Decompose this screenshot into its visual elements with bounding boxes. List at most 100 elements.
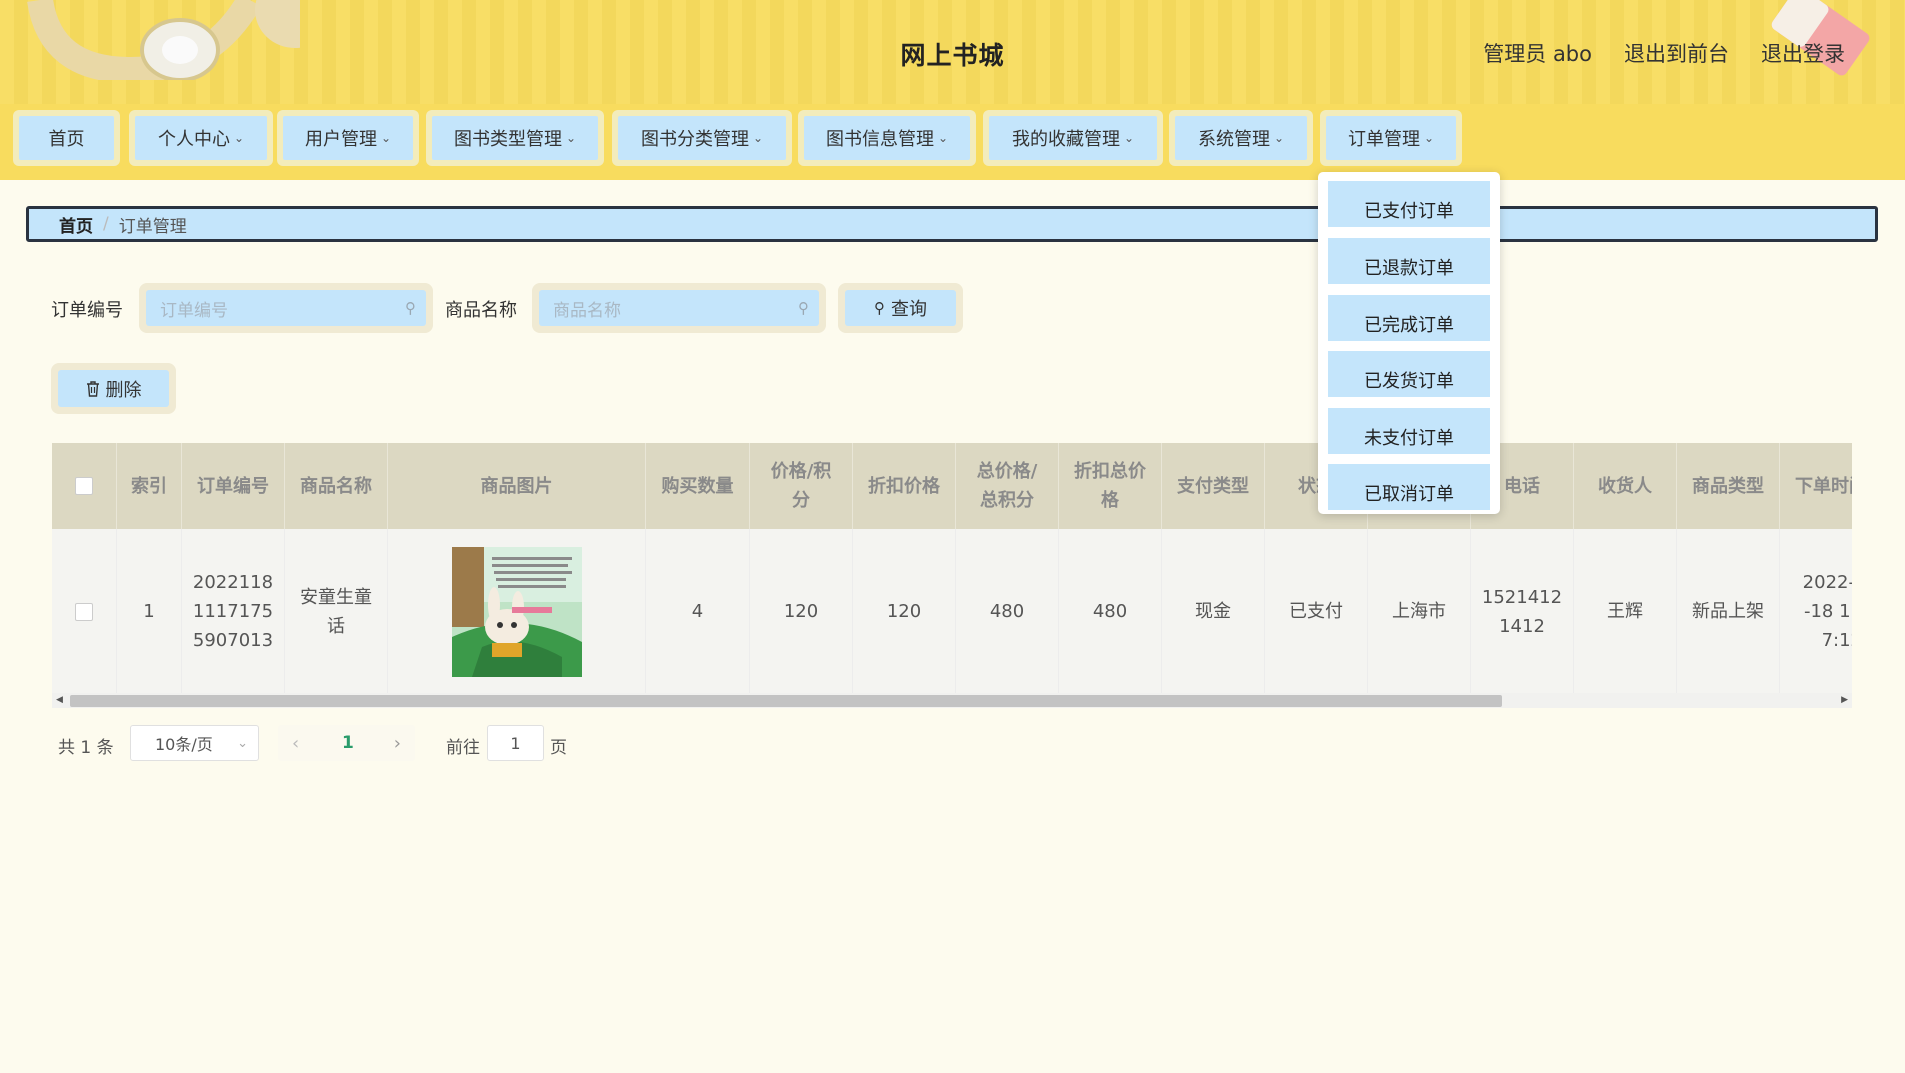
select-all-cell: [52, 443, 117, 529]
next-page-icon[interactable]: ›: [394, 733, 401, 754]
goto-page-input[interactable]: 1: [487, 725, 544, 761]
dropdown-item-completed-orders[interactable]: 已完成订单: [1328, 295, 1490, 341]
scrollbar-thumb[interactable]: [70, 695, 1502, 707]
dropdown-item-label: 已完成订单: [1364, 315, 1454, 336]
dropdown-item-unpaid-orders[interactable]: 未支付订单: [1328, 408, 1490, 454]
cell-receiver: 王辉: [1574, 529, 1677, 694]
cell-phone: 1521412 1412: [1471, 529, 1574, 694]
chevron-down-icon: ⌄: [237, 735, 248, 751]
page-size-select[interactable]: 10条/页 ⌄: [130, 725, 259, 761]
prev-page-icon[interactable]: ‹: [292, 733, 299, 754]
header: 网上书城 管理员 abo 退出到前台 退出登录: [0, 0, 1905, 104]
th-price: 价格/积分: [750, 443, 853, 529]
nav-item-label: 个人中心: [157, 129, 230, 150]
pager: ‹ 1 ›: [278, 725, 415, 761]
cell-product-image: [388, 529, 646, 694]
product-name-input[interactable]: 商品名称 ⚲: [539, 290, 819, 326]
chevron-down-icon: ⌄: [380, 131, 392, 145]
product-name-search-wrapper: 商品名称 ⚲: [532, 283, 826, 333]
search-icon: ⚲: [798, 299, 809, 317]
breadcrumb-home-link[interactable]: 首页: [59, 212, 93, 237]
nav-item-label: 用户管理: [304, 129, 377, 150]
th-receiver: 收货人: [1574, 443, 1677, 529]
page-size-value: 10条/页: [155, 735, 213, 754]
cell-index: 1: [117, 529, 182, 694]
order-no-part: 1117175: [192, 601, 274, 622]
query-button-label: 查询: [891, 299, 927, 320]
admin-user-link[interactable]: 管理员 abo: [1483, 38, 1592, 68]
nav-item-book-info-management[interactable]: 图书信息管理 ⌄: [798, 110, 976, 166]
nav-item-system-management[interactable]: 系统管理 ⌄: [1169, 110, 1313, 166]
dropdown-item-refunded-orders[interactable]: 已退款订单: [1328, 238, 1490, 284]
th-pay-type: 支付类型: [1162, 443, 1265, 529]
order-no-label: 订单编号: [51, 300, 123, 321]
delete-button[interactable]: 删除: [51, 363, 176, 414]
nav-item-label: 图书分类管理: [640, 129, 749, 150]
order-no-placeholder: 订单编号: [160, 300, 228, 321]
cell-address: 上海市: [1368, 529, 1471, 694]
breadcrumb-separator: /: [103, 214, 109, 234]
cell-total-price: 480: [956, 529, 1059, 694]
logout-link[interactable]: 退出登录: [1761, 38, 1845, 68]
nav-item-label: 系统管理: [1197, 129, 1270, 150]
dropdown-item-shipped-orders[interactable]: 已发货订单: [1328, 351, 1490, 397]
dropdown-item-cancelled-orders[interactable]: 已取消订单: [1328, 464, 1490, 510]
th-order-no: 订单编号: [182, 443, 285, 529]
table-horizontal-scrollbar[interactable]: ◀ ▶: [52, 693, 1852, 708]
nav-item-label: 图书类型管理: [453, 129, 562, 150]
order-no-part: 2022118: [192, 572, 274, 593]
breadcrumb: 首页 / 订单管理: [26, 206, 1878, 242]
orders-table: 索引 订单编号 商品名称 商品图片 购买数量 价格/积分 折扣价格 总价格/总积…: [52, 443, 1852, 708]
order-no-search-wrapper: 订单编号 ⚲: [139, 283, 433, 333]
product-name-placeholder: 商品名称: [553, 300, 621, 321]
table-row: 1 2022118 1117175 5907013 安童生童 话 4 120 1…: [52, 529, 1852, 694]
nav-item-personal-center[interactable]: 个人中心 ⌄: [129, 110, 273, 166]
cell-order-no: 2022118 1117175 5907013: [182, 529, 285, 694]
nav-item-label: 我的收藏管理: [1011, 129, 1120, 150]
dropdown-item-paid-orders[interactable]: 已支付订单: [1328, 181, 1490, 227]
dropdown-item-label: 已取消订单: [1364, 484, 1454, 505]
order-no-input[interactable]: 订单编号 ⚲: [146, 290, 426, 326]
select-all-checkbox[interactable]: [75, 477, 93, 495]
scroll-left-arrow-icon[interactable]: ◀: [56, 693, 63, 708]
cell-product-name: 安童生童 话: [285, 529, 388, 694]
dropdown-item-label: 未支付订单: [1364, 428, 1454, 449]
row-select-cell: [52, 529, 117, 694]
page-number-current[interactable]: 1: [342, 733, 354, 753]
chevron-down-icon: ⌄: [233, 131, 245, 145]
nav-item-favorites-management[interactable]: 我的收藏管理 ⌄: [983, 110, 1163, 166]
th-discount-price: 折扣价格: [853, 443, 956, 529]
chevron-down-icon: ⌄: [1123, 131, 1135, 145]
phone-part: 1521412: [1481, 586, 1563, 608]
th-total-price: 总价格/总积分: [956, 443, 1059, 529]
nav-item-order-management[interactable]: 订单管理 ⌄: [1320, 110, 1462, 166]
order-time-part: -18 11: [1803, 601, 1852, 622]
scroll-right-arrow-icon[interactable]: ▶: [1841, 693, 1848, 708]
product-name-label: 商品名称: [445, 300, 517, 321]
order-time-part: 2022-(: [1802, 572, 1852, 593]
nav-item-home[interactable]: 首页: [13, 110, 120, 166]
cell-status: 已支付: [1265, 529, 1368, 694]
exit-to-frontend-link[interactable]: 退出到前台: [1624, 38, 1729, 68]
th-product-type: 商品类型: [1677, 443, 1780, 529]
nav-item-book-category-management[interactable]: 图书分类管理 ⌄: [612, 110, 792, 166]
total-count: 共 1 条: [58, 738, 114, 758]
nav-item-book-type-management[interactable]: 图书类型管理 ⌄: [426, 110, 604, 166]
chevron-down-icon: ⌄: [1423, 131, 1435, 145]
search-icon: ⚲: [405, 299, 416, 317]
nav-item-user-management[interactable]: 用户管理 ⌄: [277, 110, 419, 166]
th-product-image: 商品图片: [388, 443, 646, 529]
cell-discount-total: 480: [1059, 529, 1162, 694]
delete-button-label: 删除: [105, 379, 142, 401]
row-checkbox[interactable]: [75, 602, 93, 621]
product-name-part: 安童生童: [300, 586, 372, 608]
trash-icon: [86, 380, 99, 397]
query-button[interactable]: ⚲ 查询: [838, 283, 963, 333]
book-cover-image[interactable]: [451, 546, 582, 677]
nav-item-label: 订单管理: [1347, 129, 1420, 150]
chevron-down-icon: ⌄: [565, 131, 577, 145]
th-order-time: 下单时间: [1780, 443, 1852, 529]
dropdown-item-label: 已支付订单: [1364, 201, 1454, 222]
chevron-down-icon: ⌄: [752, 131, 764, 145]
th-index: 索引: [117, 443, 182, 529]
